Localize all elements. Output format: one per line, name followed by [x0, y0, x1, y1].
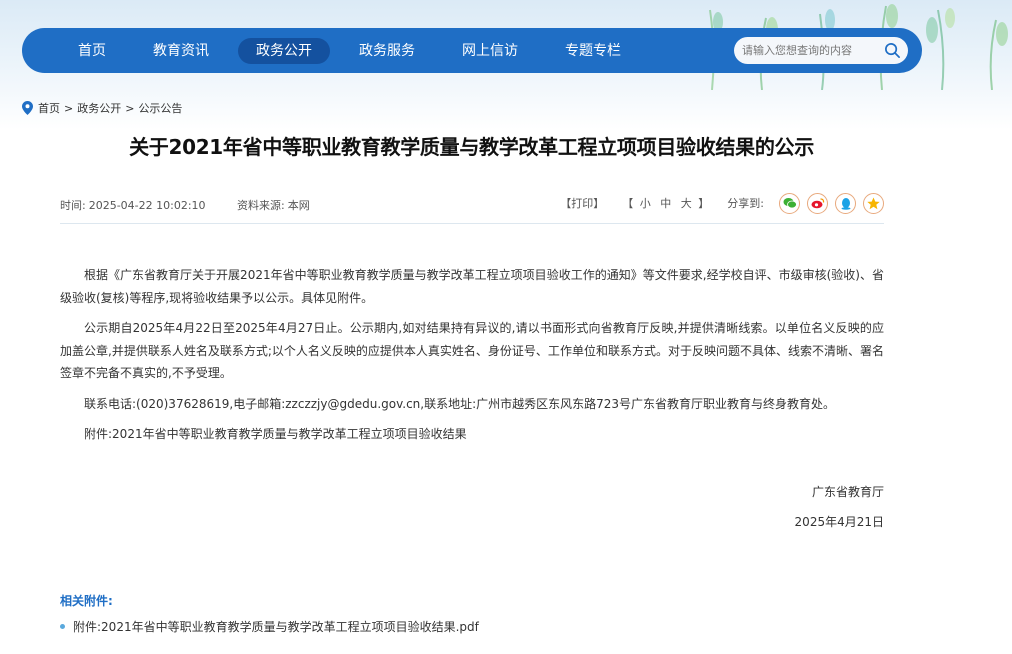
search-box [734, 37, 908, 64]
nav-item-education-news[interactable]: 教育资讯 [135, 38, 227, 64]
font-size-medium-button[interactable]: 中 [660, 197, 671, 210]
signature-date: 2025年4月21日 [794, 515, 884, 529]
page-title: 关于2021年省中等职业教育教学质量与教学改革工程立项项目验收结果的公示 [129, 135, 814, 159]
breadcrumb-separator: > [125, 101, 135, 115]
source-value: 本网 [287, 199, 310, 212]
location-pin-icon [22, 101, 33, 115]
font-size-controls: 【 小 中 大 】 [622, 195, 709, 211]
time-label: 时间: [60, 199, 86, 212]
article-paragraph: 附件:2021年省中等职业教育教学质量与教学改革工程立项项目验收结果 [84, 427, 467, 441]
article-meta: 时间: 2025-04-22 10:02:10 资料来源: 本网 【打印】 【 小 … [60, 190, 884, 224]
source-label: 资料来源: [237, 199, 285, 212]
wechat-icon[interactable] [779, 192, 800, 214]
weibo-icon[interactable] [807, 192, 828, 214]
font-size-large-button[interactable]: 大 [681, 197, 692, 210]
signature-organization: 广东省教育厅 [811, 485, 884, 499]
nav-item-government-services[interactable]: 政务服务 [341, 38, 433, 64]
publish-time: 2025-04-22 10:02:10 [88, 199, 206, 212]
attachment-link[interactable]: 附件:2021年省中等职业教育教学质量与教学改革工程立项项目验收结果.pdf [73, 618, 479, 635]
breadcrumb: 首页 > 政务公开 > 公示公告 [22, 100, 182, 116]
bullet-dot-icon [60, 624, 65, 629]
search-input[interactable] [742, 44, 880, 57]
breadcrumb-home[interactable]: 首页 [38, 100, 60, 116]
nav-item-government-affairs[interactable]: 政务公开 [238, 37, 330, 64]
print-button[interactable]: 【打印】 [560, 195, 604, 211]
nav-item-online-petition[interactable]: 网上信访 [444, 38, 536, 64]
source-group: 资料来源: 本网 [237, 199, 324, 212]
article-paragraph: 根据《广东省教育厅关于开展2021年省中等职业教育教学质量与教学改革工程立项项目… [60, 268, 884, 305]
share-label: 分享到: [727, 197, 764, 210]
qzone-icon[interactable] [863, 192, 884, 214]
breadcrumb-government-affairs[interactable]: 政务公开 [77, 100, 121, 116]
size-bracket-close: 】 [698, 197, 710, 210]
article-paragraph: 联系电话:(020)37628619,电子邮箱:zzczzjy@gdedu.go… [84, 396, 836, 411]
attachments-heading: 相关附件: [60, 594, 113, 608]
size-bracket-open: 【 [622, 197, 634, 210]
qq-icon[interactable] [835, 192, 856, 214]
article-paragraph: 公示期自2025年4月22日至2025年4月27日止。公示期内,如对结果持有异议… [60, 321, 884, 380]
attachment-item: 附件:2021年省中等职业教育教学质量与教学改革工程立项项目验收结果.pdf [60, 618, 479, 635]
article-body: 根据《广东省教育厅关于开展2021年省中等职业教育教学质量与教学改革工程立项项目… [60, 264, 884, 454]
breadcrumb-announcements[interactable]: 公示公告 [138, 100, 182, 116]
time-group: 时间: 2025-04-22 10:02:10 [60, 199, 220, 212]
nav-item-special-topics[interactable]: 专题专栏 [547, 38, 639, 64]
breadcrumb-separator: > [64, 101, 74, 115]
search-icon[interactable] [884, 42, 901, 59]
nav-item-home[interactable]: 首页 [60, 38, 124, 64]
main-navbar: 首页 教育资讯 政务公开 政务服务 网上信访 专题专栏 [22, 28, 922, 73]
font-size-small-button[interactable]: 小 [640, 197, 651, 210]
